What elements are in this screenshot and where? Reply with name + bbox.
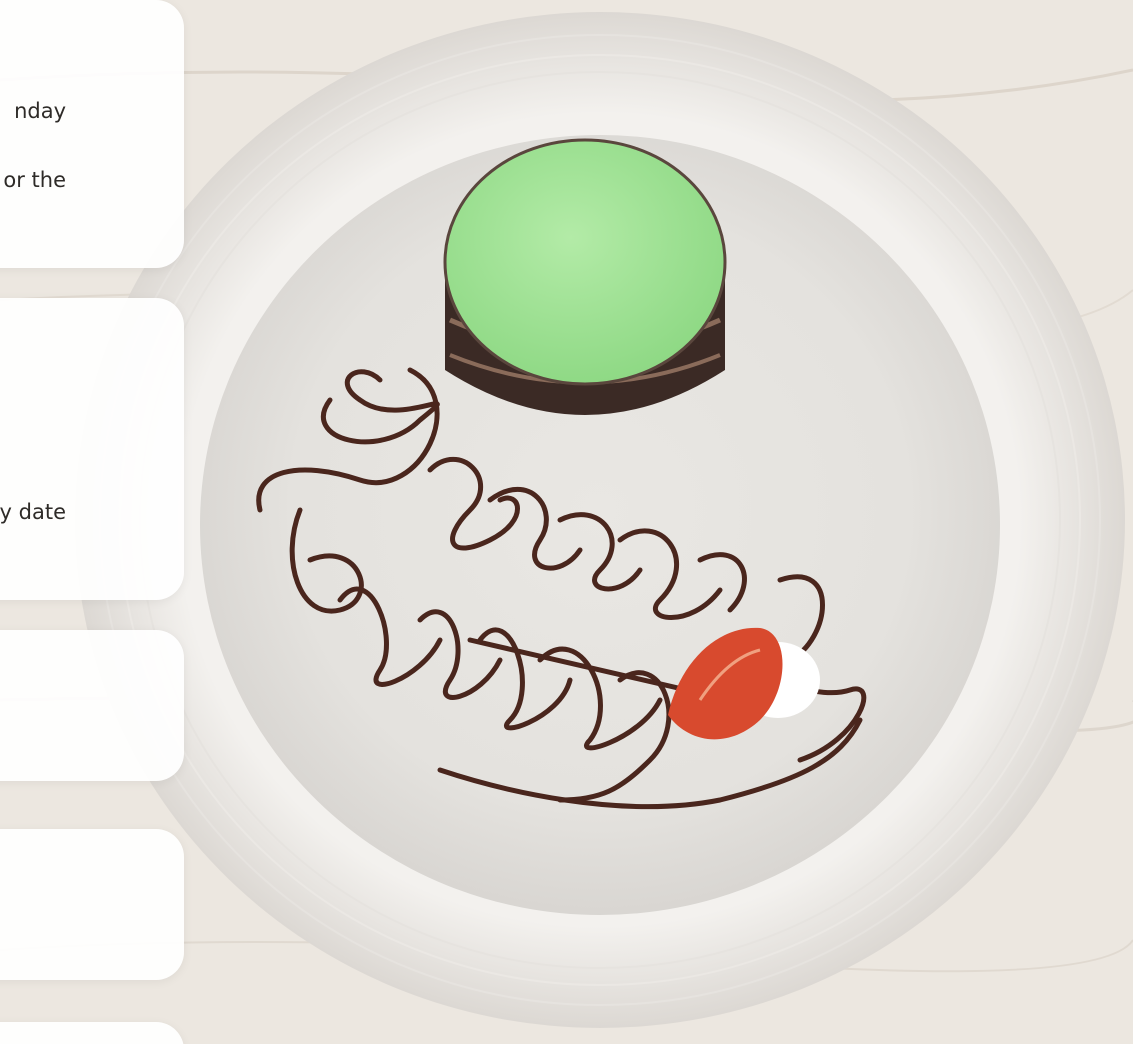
cake bbox=[443, 138, 727, 415]
info-card[interactable] bbox=[0, 1022, 184, 1044]
card-text-line: or the bbox=[3, 168, 66, 192]
info-card[interactable]: nday or the bbox=[0, 0, 184, 268]
card-text-line: ary date bbox=[0, 500, 66, 524]
info-card[interactable] bbox=[0, 630, 184, 781]
info-card[interactable] bbox=[0, 829, 184, 980]
page: nday or the ary date bbox=[0, 0, 1133, 1044]
info-card[interactable]: ary date bbox=[0, 298, 184, 600]
card-text-line: nday bbox=[14, 99, 66, 123]
